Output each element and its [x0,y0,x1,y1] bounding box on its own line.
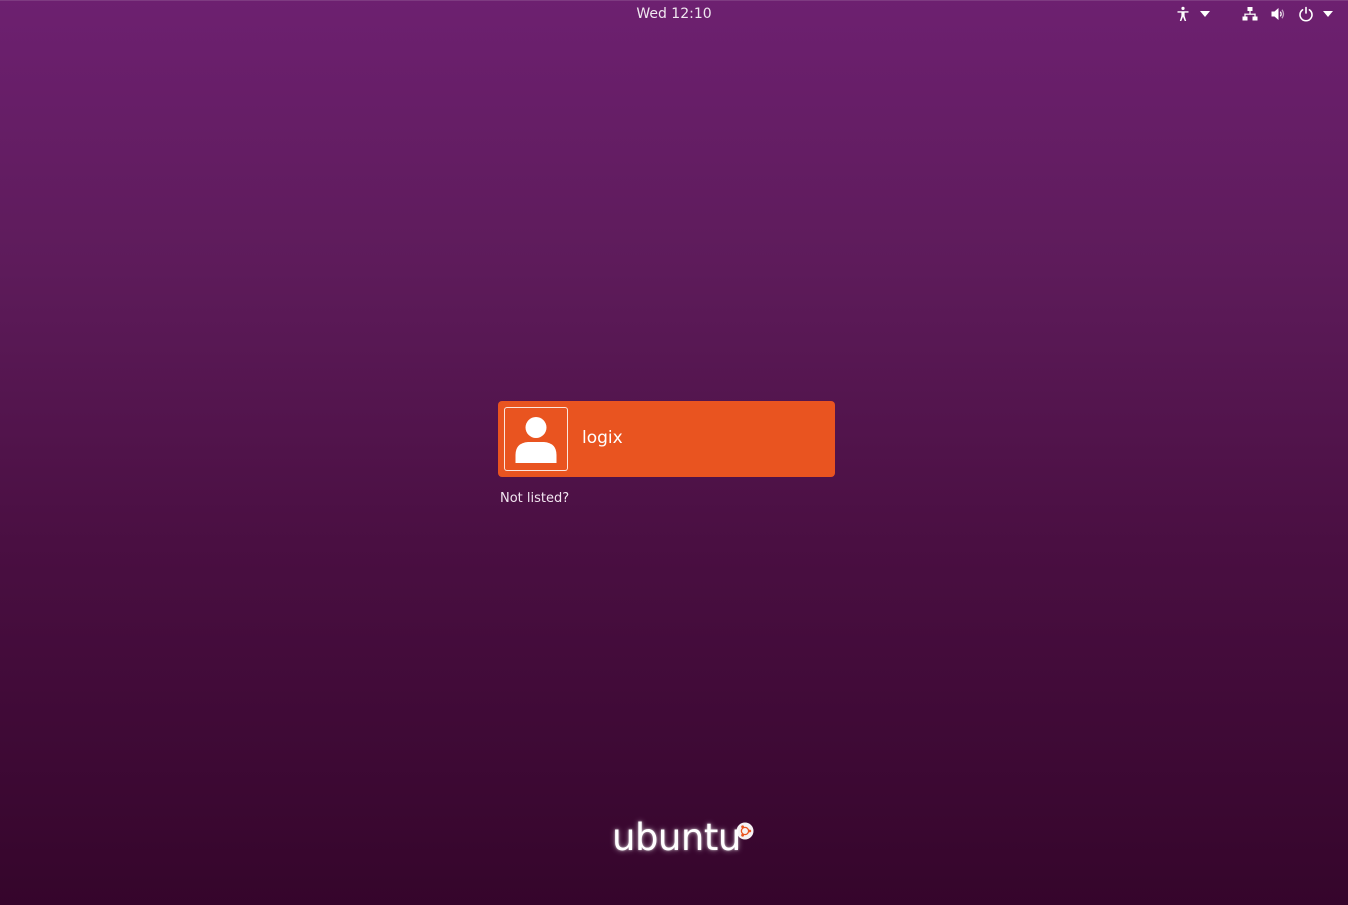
system-menu[interactable] [1240,4,1335,24]
logo-text: ubuntu [612,816,741,859]
chevron-down-icon [1321,4,1335,24]
volume-icon [1268,4,1288,24]
chevron-down-icon [1198,4,1212,24]
circle-of-friends-icon [736,822,754,840]
clock-container: Wed 12:10 [0,5,1348,23]
ubuntu-logo: ubuntu [612,818,762,858]
not-listed-button[interactable]: Not listed? [500,491,569,507]
network-wired-icon [1240,4,1260,24]
accessibility-icon [1173,4,1193,24]
power-icon [1296,4,1316,24]
user-name: logix [582,428,623,448]
accessibility-menu[interactable] [1173,4,1212,24]
user-avatar-icon [504,407,568,471]
top-bar: Wed 12:10 [0,0,1348,28]
user-list-item-logix[interactable]: logix [498,401,835,477]
top-bar-border [0,0,1348,1]
clock[interactable]: Wed 12:10 [636,6,711,22]
login-screen: Wed 12:10 logix Not listed? ubuntu [0,0,1348,905]
